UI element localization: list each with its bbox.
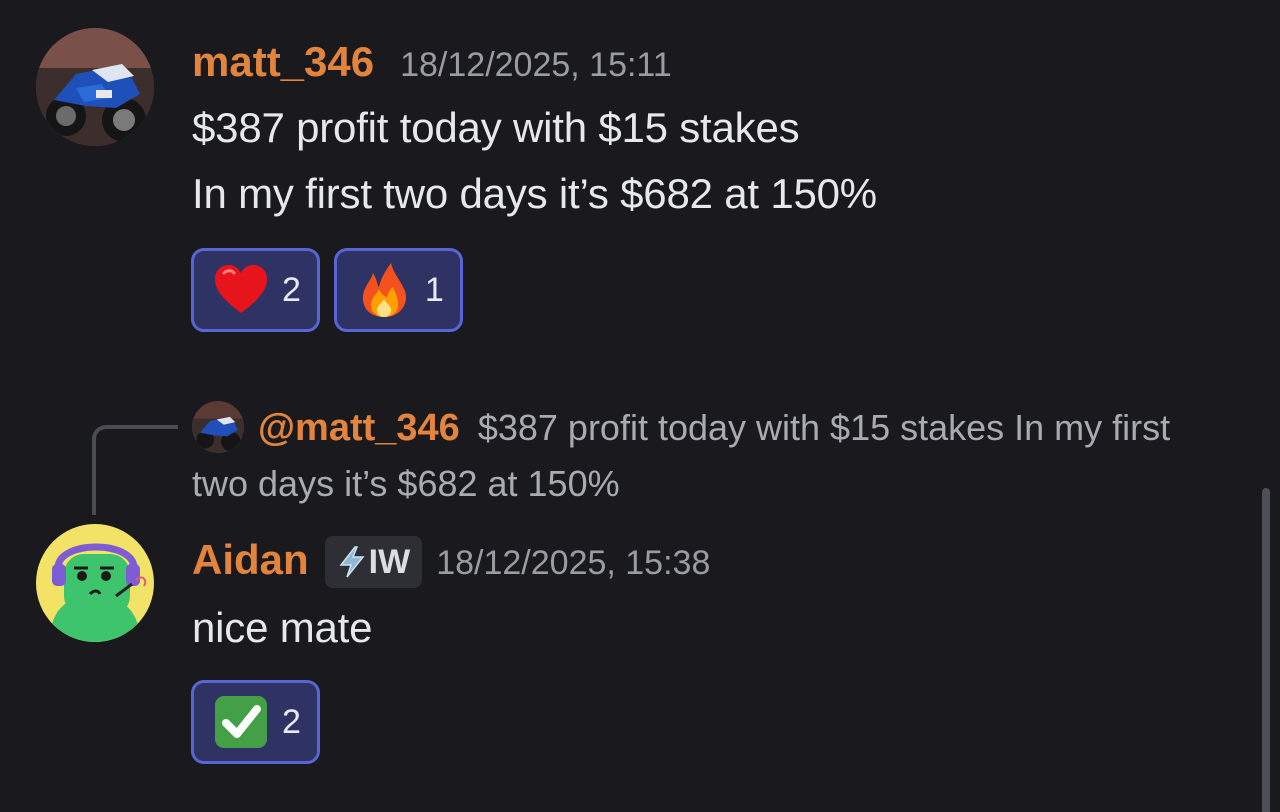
- user-avatar[interactable]: [36, 28, 154, 146]
- green-character-avatar: [36, 524, 154, 642]
- user-avatar[interactable]: [36, 524, 154, 642]
- reply-preview[interactable]: @matt_346 $387 profit today with $15 stak…: [192, 400, 1202, 512]
- message-timestamp: 18/12/2025, 15:11: [400, 46, 672, 84]
- reply-connector: [92, 425, 178, 515]
- reaction-count: 2: [282, 270, 301, 309]
- server-tag-text: IW: [368, 542, 411, 581]
- reaction-bar: 2: [191, 680, 320, 764]
- reaction-check[interactable]: 2: [191, 680, 320, 764]
- message-header: matt_346 18/12/2025, 15:11: [192, 38, 672, 86]
- author-name[interactable]: matt_346: [192, 38, 374, 86]
- lightning-icon: [339, 546, 365, 578]
- message-matt: matt_346 18/12/2025, 15:11 $387 profit t…: [0, 0, 1250, 340]
- message-header: Aidan IW 18/12/2025, 15:38: [192, 536, 710, 588]
- reaction-bar: 2 1: [191, 248, 463, 332]
- author-name[interactable]: Aidan: [192, 536, 309, 584]
- message-line: In my first two days it’s $682 at 150%: [192, 170, 877, 217]
- check-mark-icon: [215, 696, 267, 748]
- message-line: nice mate: [192, 604, 373, 651]
- reaction-fire[interactable]: 1: [333, 248, 463, 332]
- chat-view: matt_346 18/12/2025, 15:11 $387 profit t…: [0, 0, 1280, 812]
- message-aidan: Aidan IW 18/12/2025, 15:38 nice mate 2: [0, 520, 1250, 780]
- motorcycle-avatar: [36, 28, 154, 146]
- message-line: $387 profit today with $15 stakes: [192, 104, 800, 151]
- fire-icon: [362, 263, 406, 317]
- reaction-count: 1: [424, 270, 444, 309]
- reply-avatar: [192, 401, 244, 453]
- reaction-count: 2: [282, 702, 301, 741]
- reaction-heart[interactable]: 2: [191, 248, 320, 332]
- message-timestamp: 18/12/2025, 15:38: [436, 544, 711, 582]
- motorcycle-avatar: [192, 401, 244, 453]
- server-tag[interactable]: IW: [324, 536, 423, 588]
- reply-mention[interactable]: @matt_346: [258, 407, 460, 449]
- heart-icon: [215, 265, 267, 313]
- scrollbar[interactable]: [1262, 488, 1270, 812]
